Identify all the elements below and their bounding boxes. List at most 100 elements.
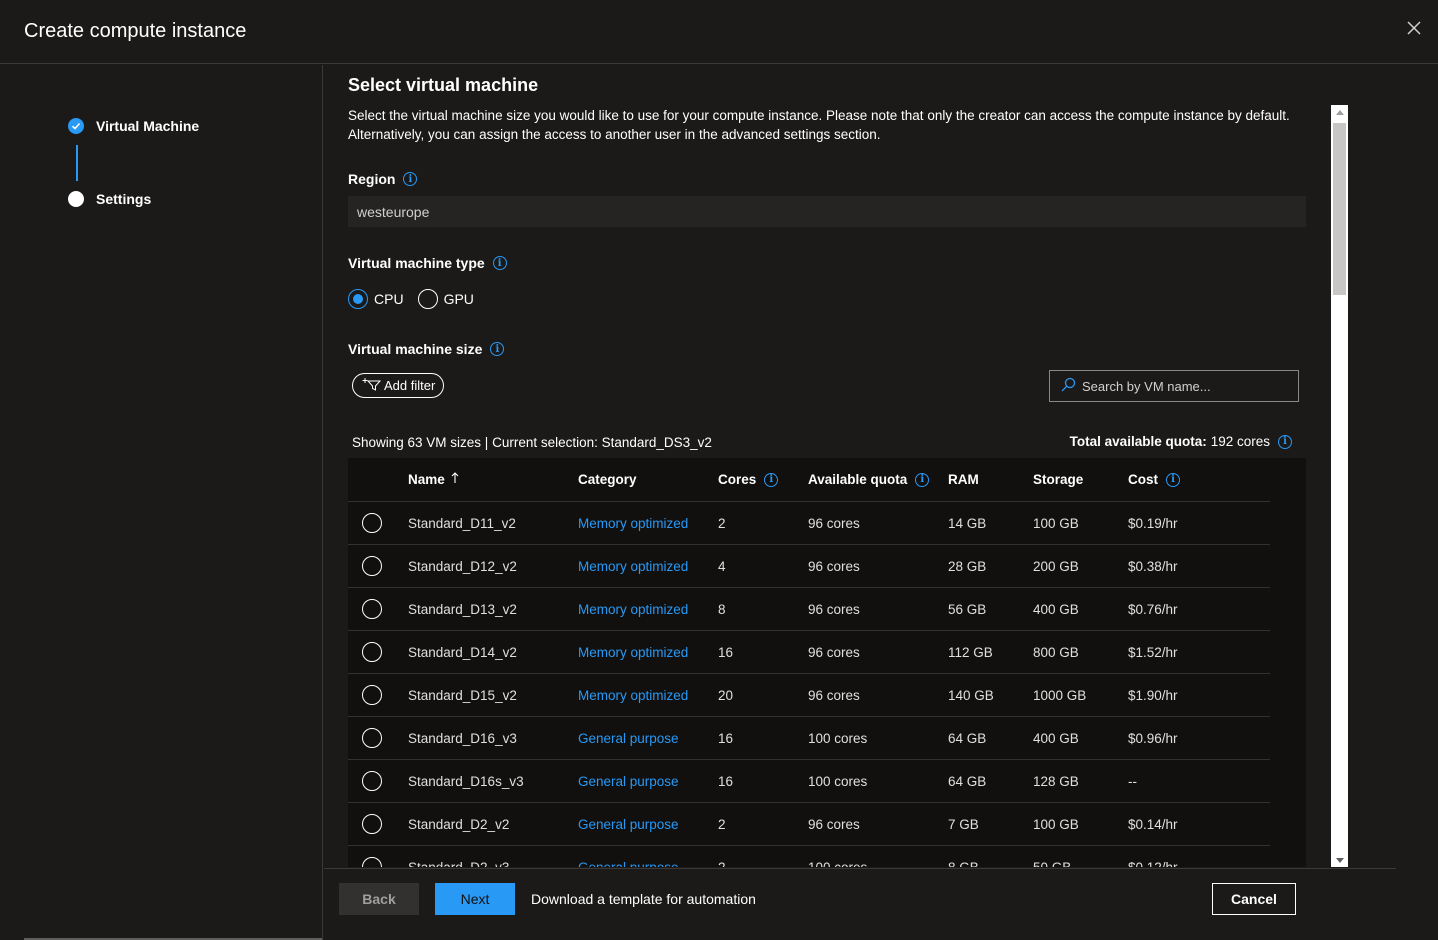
radio-button[interactable] — [362, 642, 382, 662]
wizard-steps: Virtual Machine Settings — [0, 65, 323, 940]
scroll-up-icon[interactable] — [1336, 110, 1344, 115]
category-link[interactable]: Memory optimized — [578, 588, 688, 630]
row-select-radio[interactable] — [362, 760, 382, 802]
info-icon[interactable]: i — [492, 256, 507, 270]
quota-cell: 96 cores — [808, 816, 860, 832]
radio-label-gpu[interactable]: GPU — [444, 291, 474, 307]
add-filter-button[interactable]: Add filter — [352, 373, 445, 398]
scrollbar[interactable] — [1331, 105, 1348, 867]
table-row[interactable]: Standard_D16s_v3 General purpose 16 100 cor… — [348, 760, 1270, 803]
storage-cell: 128 GB — [1033, 773, 1079, 789]
radio-button[interactable] — [362, 556, 382, 576]
row-select-radio[interactable] — [362, 717, 382, 759]
table-row[interactable]: Standard_D11_v2 Memory optimized 2 96 cores… — [348, 502, 1270, 545]
radio-button[interactable] — [362, 771, 382, 791]
quota-value: 192 cores — [1210, 434, 1270, 449]
ram-cell: 14 GB — [948, 515, 987, 531]
radio-button[interactable] — [362, 728, 382, 748]
vm-name-cell: Standard_D2_v3 — [408, 859, 510, 868]
row-select-radio[interactable] — [362, 631, 382, 673]
ram-cell: 64 GB — [948, 773, 987, 789]
radio-gpu[interactable] — [417, 289, 438, 309]
scroll-down-icon[interactable] — [1336, 858, 1344, 863]
vm-name-cell: Standard_D14_v2 — [408, 644, 517, 660]
column-header-ram[interactable]: RAM — [948, 458, 979, 501]
category-link[interactable]: Memory optimized — [578, 502, 688, 544]
column-header-quota[interactable]: Available quota i — [808, 458, 930, 501]
category-link[interactable]: Memory optimized — [578, 631, 688, 673]
cores-cell: 2 — [718, 515, 726, 531]
close-icon[interactable] — [1404, 18, 1424, 38]
category-link[interactable]: Memory optimized — [578, 674, 688, 716]
info-icon[interactable]: i — [1278, 434, 1292, 449]
table-row[interactable]: Standard_D12_v2 Memory optimized 4 96 cores… — [348, 545, 1270, 588]
category-link[interactable]: General purpose — [578, 760, 679, 802]
column-header-cores[interactable]: Cores i — [718, 458, 779, 501]
step-settings[interactable]: Settings — [68, 191, 151, 207]
next-button[interactable]: Next — [435, 883, 515, 915]
vm-name-cell: Standard_D15_v2 — [408, 687, 517, 703]
info-icon[interactable]: i — [764, 472, 779, 487]
table-body: Standard_D11_v2 Memory optimized 2 96 cores… — [348, 502, 1306, 867]
radio-button[interactable] — [362, 513, 382, 533]
row-select-radio[interactable] — [362, 846, 382, 867]
cores-cell: 16 — [718, 730, 734, 746]
column-header-name[interactable]: Name — [408, 458, 459, 501]
column-header-cost[interactable]: Cost i — [1128, 458, 1180, 501]
row-select-radio[interactable] — [362, 502, 382, 544]
info-icon[interactable]: i — [1166, 472, 1180, 487]
column-header-storage[interactable]: Storage — [1033, 458, 1083, 501]
category-link[interactable]: Memory optimized — [578, 545, 688, 587]
radio-button[interactable] — [362, 814, 382, 834]
cores-cell: 2 — [718, 859, 726, 868]
radio-button[interactable] — [362, 599, 382, 619]
search-input[interactable]: Search by VM name... — [1049, 370, 1299, 402]
ram-cell: 28 GB — [948, 558, 987, 574]
info-icon[interactable]: i — [403, 172, 418, 186]
table-row[interactable]: Standard_D2_v2 General purpose 2 96 cores 7 … — [348, 803, 1270, 846]
showing-count-text: Showing 63 VM sizes | Current selection:… — [352, 435, 712, 450]
table-row[interactable]: Standard_D15_v2 Memory optimized 20 96 core… — [348, 674, 1270, 717]
row-select-radio[interactable] — [362, 588, 382, 630]
download-template-link[interactable]: Download a template for automation — [531, 891, 756, 907]
storage-cell: 400 GB — [1033, 730, 1079, 746]
radio-button[interactable] — [362, 685, 382, 705]
info-icon[interactable]: i — [490, 342, 505, 356]
dialog-footer: Back Next Download a template for automa… — [324, 868, 1396, 940]
radio-button[interactable] — [362, 857, 382, 867]
cost-cell: $0.38/hr — [1128, 558, 1178, 574]
column-header-label: Available quota — [808, 472, 908, 487]
search-placeholder: Search by VM name... — [1082, 378, 1211, 394]
step-virtual-machine[interactable]: Virtual Machine — [68, 118, 199, 134]
cost-cell: $1.52/hr — [1128, 644, 1178, 660]
vm-size-table: Name Category Cores i Available quota i … — [348, 458, 1306, 867]
filter-icon — [361, 377, 382, 394]
vm-name-cell: Standard_D16_v3 — [408, 730, 517, 746]
category-link[interactable]: General purpose — [578, 803, 679, 845]
table-row[interactable]: Standard_D16_v3 General purpose 16 100 core… — [348, 717, 1270, 760]
row-select-radio[interactable] — [362, 674, 382, 716]
table-row[interactable]: Standard_D13_v2 Memory optimized 8 96 cores… — [348, 588, 1270, 631]
cancel-button[interactable]: Cancel — [1212, 883, 1296, 915]
table-row[interactable]: Standard_D14_v2 Memory optimized 16 96 core… — [348, 631, 1270, 674]
scrollbar-thumb[interactable] — [1333, 123, 1346, 295]
step-connector — [76, 145, 78, 181]
info-icon[interactable]: i — [915, 472, 930, 487]
radio-cpu[interactable] — [348, 289, 368, 309]
category-link[interactable]: General purpose — [578, 846, 679, 868]
cost-cell: -- — [1128, 773, 1137, 789]
row-select-radio[interactable] — [362, 545, 382, 587]
cores-cell: 4 — [718, 558, 726, 574]
back-button[interactable]: Back — [339, 883, 419, 915]
category-link[interactable]: General purpose — [578, 717, 679, 759]
vm-type-radio-group: CPU GPU — [348, 289, 488, 309]
row-select-radio[interactable] — [362, 803, 382, 845]
cores-cell: 16 — [718, 644, 734, 660]
ram-cell: 64 GB — [948, 730, 987, 746]
radio-label-cpu[interactable]: CPU — [374, 291, 404, 307]
region-field: westeurope — [348, 196, 1306, 227]
dialog-header: Create compute instance — [0, 0, 1438, 64]
cost-cell: $0.12/hr — [1128, 859, 1178, 868]
column-header-category[interactable]: Category — [578, 458, 637, 501]
table-row[interactable]: Standard_D2_v3 General purpose 2 100 cores 8… — [348, 846, 1270, 867]
